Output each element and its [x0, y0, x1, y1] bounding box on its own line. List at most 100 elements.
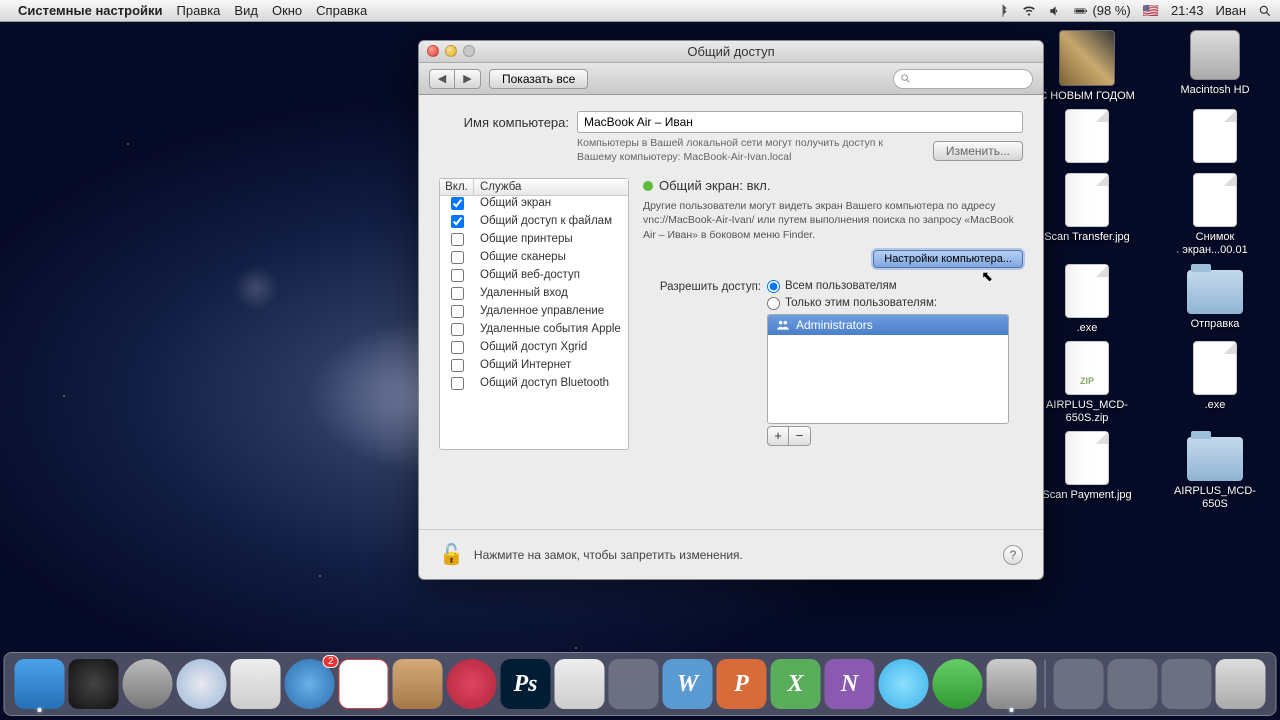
service-checkbox[interactable] — [451, 359, 464, 372]
service-row[interactable]: Удаленное управление — [440, 304, 628, 322]
service-checkbox[interactable] — [451, 287, 464, 300]
service-row[interactable]: Общий веб-доступ — [440, 268, 628, 286]
bluetooth-icon[interactable] — [996, 4, 1010, 18]
desktop-icon[interactable]: С НОВЫМ ГОДОМ — [1032, 30, 1142, 103]
desktop-icon[interactable]: .exe — [1032, 264, 1142, 335]
service-checkbox[interactable] — [451, 305, 464, 318]
dock-address-book[interactable] — [393, 659, 443, 709]
file-icon — [1193, 173, 1237, 227]
back-button[interactable]: ◀ — [429, 69, 455, 89]
desktop-icon[interactable]: Снимок экран...00.01 — [1160, 173, 1270, 257]
radio-only-users[interactable] — [767, 297, 780, 310]
service-checkbox[interactable] — [451, 341, 464, 354]
service-checkbox[interactable] — [451, 197, 464, 210]
service-row[interactable]: Общие сканеры — [440, 250, 628, 268]
window-titlebar[interactable]: Общий доступ — [419, 41, 1043, 63]
spotlight-icon[interactable] — [1258, 4, 1272, 18]
dock-excel[interactable]: X — [771, 659, 821, 709]
dock-safari[interactable] — [177, 659, 227, 709]
service-checkbox[interactable] — [451, 233, 464, 246]
dock-stack-2[interactable] — [1108, 659, 1158, 709]
service-row[interactable]: Общий Интернет — [440, 358, 628, 376]
window-toolbar: ◀ ▶ Показать все — [419, 63, 1043, 95]
dock-stack-3[interactable] — [1162, 659, 1212, 709]
local-hostname-hint: Компьютеры в Вашей локальной сети могут … — [577, 137, 925, 164]
radio-only-users-label: Только этим пользователям: — [785, 297, 937, 309]
service-label: Общий веб-доступ — [474, 269, 628, 285]
menu-window[interactable]: Окно — [272, 3, 302, 18]
dock-network-utility[interactable] — [555, 659, 605, 709]
dock-powerpoint[interactable]: P — [717, 659, 767, 709]
service-label: Удаленное управление — [474, 305, 628, 321]
service-row[interactable]: Общий доступ Bluetooth — [440, 376, 628, 394]
dock-trash[interactable] — [1216, 659, 1266, 709]
minimize-button[interactable] — [445, 45, 457, 57]
service-row[interactable]: Удаленный вход — [440, 286, 628, 304]
dock-ical[interactable] — [339, 659, 389, 709]
dock-word[interactable]: W — [663, 659, 713, 709]
desktop-icon-label: AIRPLUS_MCD-650S.zip — [1037, 399, 1137, 425]
service-row[interactable]: Общий экран — [440, 196, 628, 214]
computer-name-field[interactable] — [577, 111, 1023, 133]
computer-settings-button[interactable]: Настройки компьютера... — [873, 250, 1023, 268]
users-list[interactable]: Administrators — [767, 314, 1009, 424]
desktop-icon[interactable] — [1160, 109, 1270, 167]
desktop-icon[interactable]: Scan Payment.jpg — [1032, 431, 1142, 511]
menu-app[interactable]: Системные настройки — [18, 3, 163, 18]
remove-user-button[interactable]: − — [789, 426, 811, 446]
menu-view[interactable]: Вид — [234, 3, 258, 18]
user-row-administrators[interactable]: Administrators — [768, 315, 1008, 335]
service-checkbox[interactable] — [451, 323, 464, 336]
service-checkbox[interactable] — [451, 377, 464, 390]
service-row[interactable]: Удаленные события Apple — [440, 322, 628, 340]
status-text: Общий экран: вкл. — [659, 178, 771, 193]
menubar-user[interactable]: Иван — [1215, 3, 1246, 18]
show-all-button[interactable]: Показать все — [489, 69, 588, 89]
desktop-icon-label: С НОВЫМ ГОДОМ — [1039, 90, 1135, 103]
menubar-clock[interactable]: 21:43 — [1171, 3, 1204, 18]
cursor-icon: ⬉ — [981, 268, 993, 285]
edit-hostname-button[interactable]: Изменить... — [933, 141, 1023, 161]
dock-matrix[interactable] — [933, 659, 983, 709]
dock-photoshop[interactable]: Ps — [501, 659, 551, 709]
help-button[interactable]: ? — [1003, 545, 1023, 565]
dock-dashboard[interactable] — [69, 659, 119, 709]
desktop-icon[interactable]: Отправка — [1160, 264, 1270, 335]
volume-icon[interactable] — [1048, 4, 1062, 18]
dock-itunes[interactable] — [447, 659, 497, 709]
add-user-button[interactable]: + — [767, 426, 789, 446]
desktop-icon[interactable]: Macintosh HD — [1160, 30, 1270, 103]
dock-onenote[interactable]: N — [825, 659, 875, 709]
service-checkbox[interactable] — [451, 251, 464, 264]
input-flag[interactable]: 🇺🇸 — [1143, 3, 1159, 19]
search-field[interactable] — [893, 69, 1033, 89]
wifi-icon[interactable] — [1022, 4, 1036, 18]
close-button[interactable] — [427, 45, 439, 57]
dock-app-store[interactable]: 2 — [285, 659, 335, 709]
dock-mission-control[interactable] — [123, 659, 173, 709]
menu-edit[interactable]: Правка — [177, 3, 221, 18]
menu-help[interactable]: Справка — [316, 3, 367, 18]
radio-all-users[interactable] — [767, 280, 780, 293]
lock-icon[interactable]: 🔓 — [439, 542, 464, 567]
battery-icon[interactable]: (98 %) — [1074, 3, 1130, 18]
service-label: Удаленные события Apple — [474, 323, 628, 339]
desktop-icon[interactable]: AIRPLUS_MCD-650S.zip — [1032, 341, 1142, 425]
service-checkbox[interactable] — [451, 215, 464, 228]
service-row[interactable]: Общий доступ Xgrid — [440, 340, 628, 358]
desktop-icon[interactable]: .exe — [1160, 341, 1270, 425]
desktop-icon[interactable]: AIRPLUS_MCD-650S — [1160, 431, 1270, 511]
service-checkbox[interactable] — [451, 269, 464, 282]
service-row[interactable]: Общие принтеры — [440, 232, 628, 250]
forward-button[interactable]: ▶ — [455, 69, 481, 89]
zoom-button[interactable] — [463, 45, 475, 57]
dock-finder[interactable] — [15, 659, 65, 709]
dock-system-preferences[interactable] — [987, 659, 1037, 709]
desktop-icon[interactable]: Scan Transfer.jpg — [1032, 173, 1142, 257]
dock-stack-1[interactable] — [1054, 659, 1104, 709]
dock-skype[interactable] — [879, 659, 929, 709]
dock-textedit[interactable] — [609, 659, 659, 709]
dock-mail[interactable] — [231, 659, 281, 709]
service-row[interactable]: Общий доступ к файлам — [440, 214, 628, 232]
desktop-icon[interactable] — [1032, 109, 1142, 167]
